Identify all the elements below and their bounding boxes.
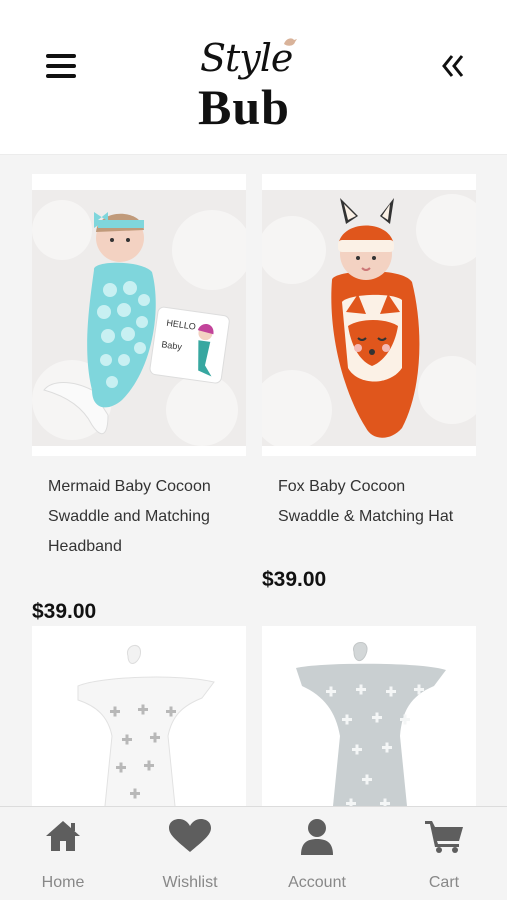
hamburger-icon[interactable] [46, 54, 76, 78]
tab-label: Account [288, 874, 346, 891]
mermaid-cocoon-image[interactable]: HELLO Baby [32, 174, 246, 456]
product-card[interactable] [262, 626, 476, 806]
product-title[interactable]: Fox Baby Cocoon Swaddle & Matching Hat [278, 472, 478, 532]
tab-label: Cart [428, 874, 460, 891]
tab-wishlist[interactable]: Wishlist [127, 807, 253, 900]
home-icon [46, 821, 80, 851]
tab-cart[interactable]: Cart [381, 807, 507, 900]
logo-script-text: Style [200, 36, 293, 80]
cart-icon [425, 821, 463, 853]
bottom-tab-bar: Home Wishlist Account Cart [0, 806, 507, 900]
app-header: Style Bub [0, 0, 507, 155]
product-title-line: Headband [48, 538, 122, 555]
product-title-line: Swaddle & Matching Hat [278, 508, 454, 525]
product-price: $39.00 [32, 600, 97, 623]
user-icon [301, 819, 333, 855]
brand-logo[interactable]: Style Bub [192, 32, 322, 142]
product-title-line: Mermaid Baby Cocoon [48, 478, 211, 495]
tab-home[interactable]: Home [0, 807, 126, 900]
tab-account[interactable]: Account [254, 807, 380, 900]
product-title-line: Fox Baby Cocoon [278, 478, 406, 495]
logo-bold-text: Bub [198, 79, 290, 135]
product-title[interactable]: Mermaid Baby Cocoon Swaddle and Matching… [48, 472, 248, 562]
tab-label: Wishlist [162, 874, 218, 891]
double-chevron-left-icon[interactable] [441, 52, 465, 80]
white-star-sleeper-image[interactable] [32, 626, 246, 806]
product-card[interactable] [32, 626, 246, 806]
tab-label: Home [41, 874, 85, 891]
product-title-line: Swaddle and Matching [48, 508, 210, 525]
product-grid: HELLO Baby Mermaid Baby Cocoon Swaddle a… [0, 156, 507, 806]
grey-star-sleeper-image[interactable] [262, 626, 476, 806]
heart-icon [169, 819, 211, 852]
product-price: $39.00 [262, 568, 327, 591]
fox-cocoon-image[interactable] [262, 174, 476, 456]
product-card[interactable]: Fox Baby Cocoon Swaddle & Matching Hat $… [262, 174, 476, 594]
product-card[interactable]: HELLO Baby Mermaid Baby Cocoon Swaddle a… [32, 174, 248, 623]
